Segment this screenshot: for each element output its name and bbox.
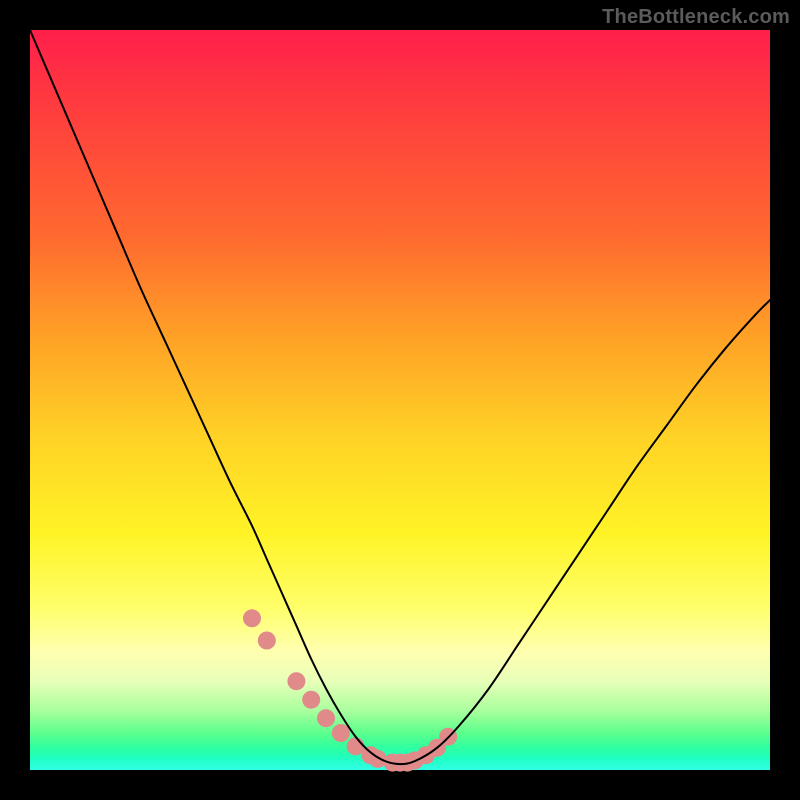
- highlight-dots: [243, 609, 457, 771]
- highlight-dot: [302, 691, 320, 709]
- curve-svg: [30, 30, 770, 770]
- plot-area: [30, 30, 770, 770]
- highlight-dot: [317, 709, 335, 727]
- highlight-dot: [287, 672, 305, 690]
- highlight-dot: [243, 609, 261, 627]
- chart-frame: TheBottleneck.com: [0, 0, 800, 800]
- watermark-text: TheBottleneck.com: [602, 6, 790, 29]
- bottleneck-curve: [30, 30, 770, 764]
- highlight-dot: [332, 724, 350, 742]
- highlight-dot: [258, 632, 276, 650]
